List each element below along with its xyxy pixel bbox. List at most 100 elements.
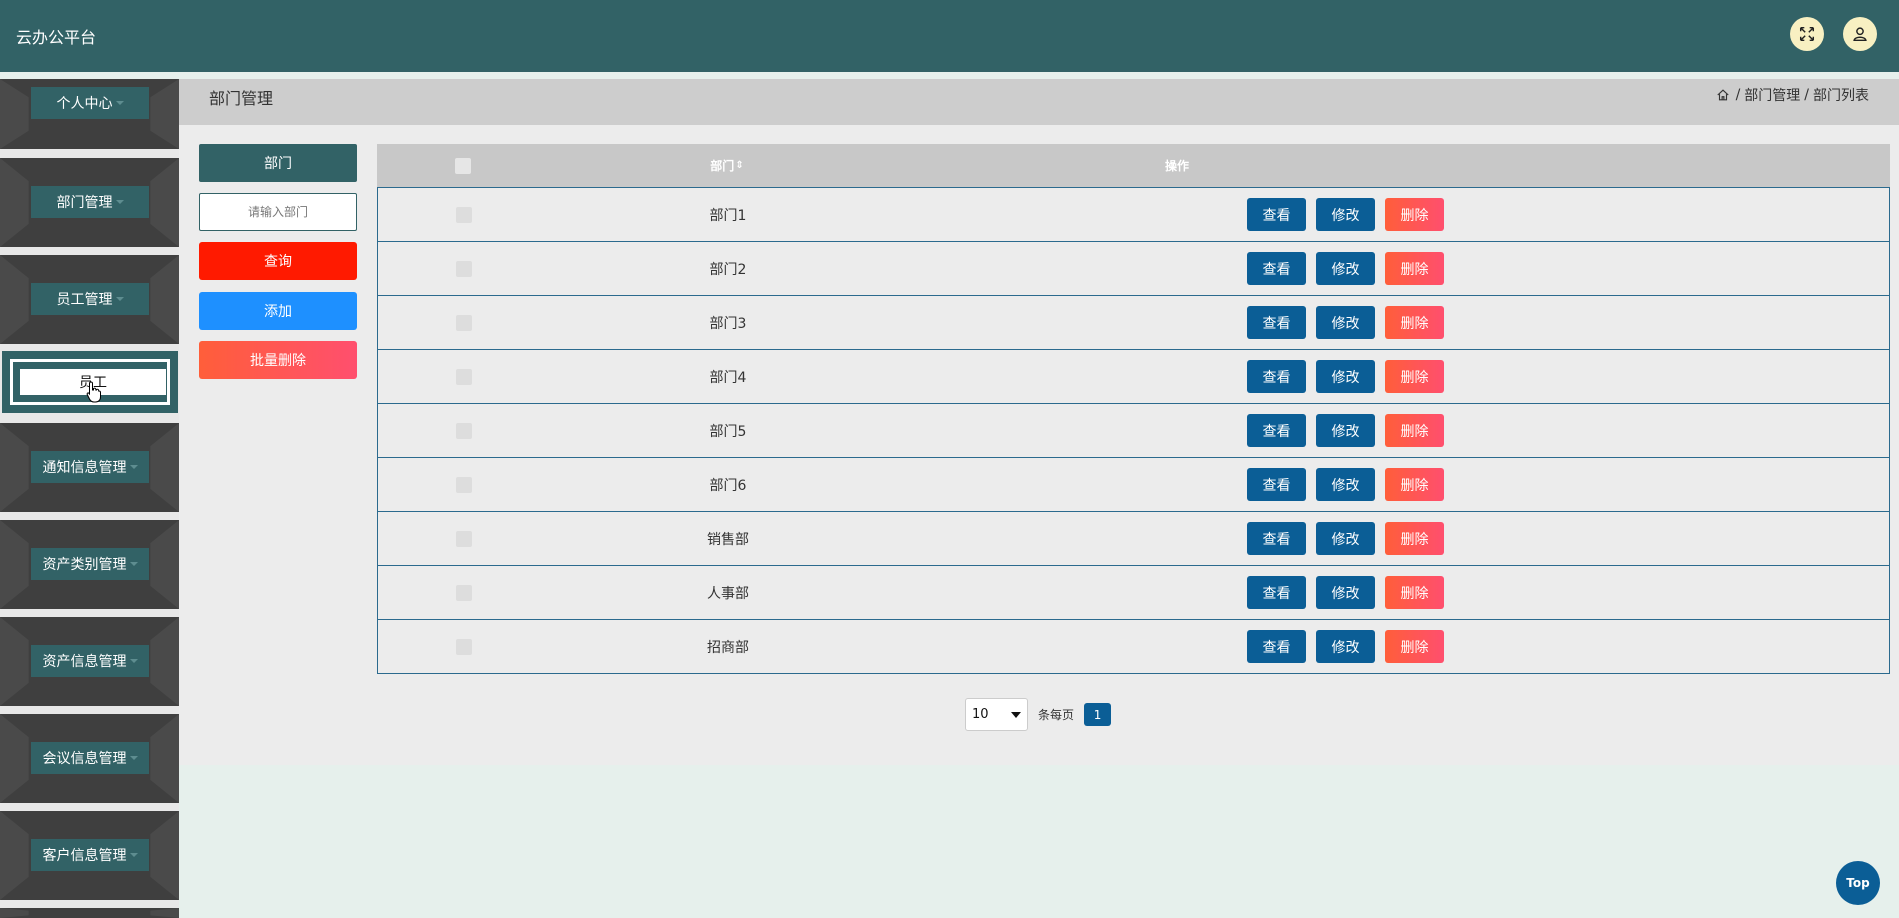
select-all-checkbox[interactable] [455,157,471,174]
row-checkbox[interactable] [456,315,472,331]
delete-button[interactable]: 删除 [1385,630,1444,663]
view-button[interactable]: 查看 [1247,414,1306,447]
page-title-bar: 部门管理 / 部门管理 / 部门列表 [179,79,1899,125]
view-button[interactable]: 查看 [1247,468,1306,501]
row-checkbox[interactable] [456,531,472,547]
delete-button[interactable]: 删除 [1385,576,1444,609]
per-page-label: 条每页 [1038,708,1075,722]
sidebar-item-label: 个人中心 [56,96,113,112]
chevron-down-icon [129,562,138,566]
sort-icon: ⇕ [735,160,744,171]
add-button[interactable]: 添加 [199,292,357,330]
delete-button[interactable]: 删除 [1385,360,1444,393]
app-title: 云办公平台 [16,28,97,47]
view-button[interactable]: 查看 [1247,522,1306,555]
row-checkbox[interactable] [456,369,472,385]
sidebar-item-department-management[interactable]: 部门管理 [0,158,179,247]
edit-button[interactable]: 修改 [1316,576,1375,609]
view-button[interactable]: 查看 [1247,360,1306,393]
sidebar-item-label: 资产类别管理 [42,557,127,573]
sidebar-item-meeting-info-management[interactable]: 会议信息管理 [0,714,179,803]
view-button[interactable]: 查看 [1247,252,1306,285]
department-name: 部门3 [709,316,747,332]
edit-button[interactable]: 修改 [1316,630,1375,663]
edit-button[interactable]: 修改 [1316,306,1375,339]
edit-button[interactable]: 修改 [1316,198,1375,231]
top-header: 云办公平台 [0,0,1899,72]
table-row: 部门1 查看 修改 删除 [378,188,1889,242]
column-header-actions: 操作 [1164,159,1189,173]
table-row: 招商部 查看 修改 删除 [378,620,1889,674]
edit-button[interactable]: 修改 [1316,360,1375,393]
page-title: 部门管理 [209,89,274,108]
department-name: 人事部 [707,586,749,602]
back-to-top-button[interactable]: Top [1836,861,1880,905]
table-row: 部门3 查看 修改 删除 [378,296,1889,350]
table-row: 部门6 查看 修改 删除 [378,458,1889,512]
delete-button[interactable]: 删除 [1385,468,1444,501]
row-checkbox[interactable] [456,585,472,601]
breadcrumb-separator: / [1804,87,1809,103]
sidebar-item-partial [0,908,179,918]
page-size-select[interactable]: 10 [965,698,1028,731]
department-name: 部门4 [709,370,747,386]
sidebar-item-label: 部门管理 [56,195,113,211]
chevron-down-icon [1011,711,1021,718]
user-icon[interactable] [1843,17,1877,51]
page-size-value: 10 [972,707,989,722]
hand-cursor-icon [86,381,101,403]
page-number-button[interactable]: 1 [1084,703,1112,726]
table-row: 部门5 查看 修改 删除 [378,404,1889,458]
sidebar-item-label: 资产信息管理 [42,654,127,670]
delete-button[interactable]: 删除 [1385,306,1444,339]
row-checkbox[interactable] [456,477,472,493]
main-content: 部门 查询 添加 批量删除 部门⇕ 操作 部门1 查看 修改 删除 [179,125,1899,765]
table-row: 部门2 查看 修改 删除 [378,242,1889,296]
view-button[interactable]: 查看 [1247,630,1306,663]
department-name: 部门6 [709,478,747,494]
chevron-down-icon [129,756,138,760]
view-button[interactable]: 查看 [1247,198,1306,231]
row-checkbox[interactable] [456,261,472,277]
sidebar: 个人中心 部门管理 员工管理 员工 通知信息管理 资产类别管理 资产信息管理 会… [0,79,179,918]
row-checkbox[interactable] [456,639,472,655]
edit-button[interactable]: 修改 [1316,414,1375,447]
table-body: 部门1 查看 修改 删除 部门2 查看 修改 删除 部门3 查看 修改 删除 部… [377,187,1890,674]
table-row: 人事部 查看 修改 删除 [378,566,1889,620]
chevron-down-icon [115,101,124,105]
sidebar-item-label: 客户信息管理 [42,848,127,864]
column-header-department[interactable]: 部门 ⇕ [577,144,877,187]
delete-button[interactable]: 删除 [1385,252,1444,285]
breadcrumb-separator: / [1735,87,1741,103]
batch-delete-button[interactable]: 批量删除 [199,341,357,379]
view-button[interactable]: 查看 [1247,306,1306,339]
department-name: 部门5 [709,424,747,440]
edit-button[interactable]: 修改 [1316,522,1375,555]
department-name: 销售部 [707,532,749,548]
edit-button[interactable]: 修改 [1316,468,1375,501]
pagination: 10 条每页 1 [965,698,1112,731]
sidebar-item-employee-management[interactable]: 员工管理 [0,255,179,344]
department-name: 部门2 [709,262,747,278]
sidebar-item-notice-management[interactable]: 通知信息管理 [0,423,179,512]
sidebar-item-personal-center[interactable]: 个人中心 [0,79,179,149]
sidebar-item-label: 通知信息管理 [42,460,127,476]
delete-button[interactable]: 删除 [1385,522,1444,555]
row-checkbox[interactable] [456,423,472,439]
query-button[interactable]: 查询 [199,242,357,280]
view-button[interactable]: 查看 [1247,576,1306,609]
sidebar-item-customer-info-management[interactable]: 客户信息管理 [0,811,179,900]
edit-button[interactable]: 修改 [1316,252,1375,285]
chevron-down-icon [129,853,138,857]
breadcrumb-item-department-list: 部门列表 [1813,88,1869,104]
fullscreen-icon[interactable] [1790,17,1824,51]
breadcrumb-item-department-management[interactable]: 部门管理 [1744,85,1800,105]
delete-button[interactable]: 删除 [1385,198,1444,231]
table-row: 销售部 查看 修改 删除 [378,512,1889,566]
sidebar-item-asset-category-management[interactable]: 资产类别管理 [0,520,179,609]
department-search-input[interactable] [199,193,357,231]
home-icon[interactable] [1716,88,1730,102]
row-checkbox[interactable] [456,207,472,223]
sidebar-item-asset-info-management[interactable]: 资产信息管理 [0,617,179,706]
delete-button[interactable]: 删除 [1385,414,1444,447]
